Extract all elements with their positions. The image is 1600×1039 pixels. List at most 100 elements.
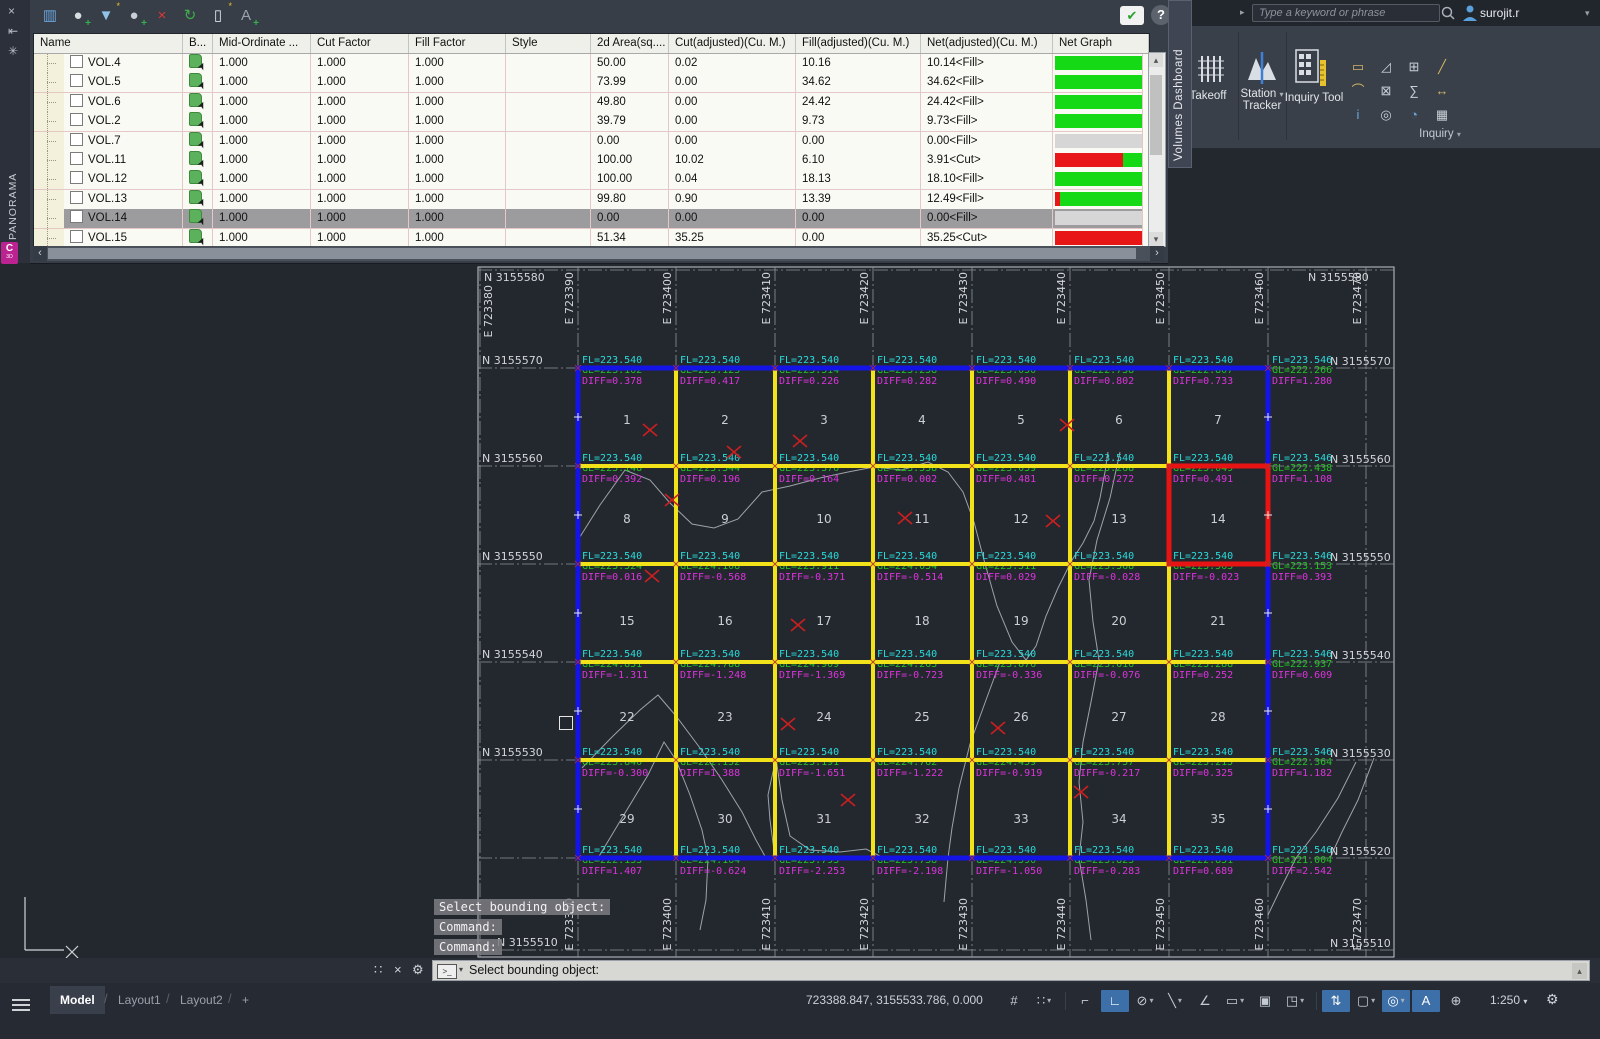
add-entry-icon[interactable]: ●+ [122,4,146,28]
sum-areas-icon[interactable]: ∑ [1402,80,1426,102]
table-row[interactable]: VOL.4➤1.0001.0001.00050.000.0210.1610.14… [34,54,1149,73]
add-label-icon[interactable]: A+ [234,4,258,28]
column-header[interactable]: Net(adjusted)(Cu. M.) [921,34,1053,53]
slope-grade-icon[interactable]: ◿ [1374,56,1398,78]
panorama-grid-icon[interactable]: ▥ [38,4,62,28]
command-scroll-up-icon[interactable]: ▴ [1572,963,1587,979]
user-icon[interactable] [1462,4,1478,22]
snap-mode-icon[interactable]: ∷▾ [1030,990,1058,1012]
properties-icon[interactable]: ✳ [8,44,18,58]
table-row[interactable]: VOL.11➤1.0001.0001.000100.0010.026.103.9… [34,151,1149,170]
annotation-visibility-icon[interactable]: ⊕ [1442,990,1470,1012]
station-tracker-icon[interactable] [1246,50,1280,86]
import-volumes-icon[interactable]: ▼* [94,4,118,28]
volumes-dashboard-tab[interactable]: Volumes Dashboard [1168,0,1192,168]
checkbox[interactable] [70,94,83,107]
checkbox[interactable] [70,74,83,87]
tab-model[interactable]: Model [50,986,105,1014]
isodraft-icon[interactable]: ╲▾ [1161,990,1189,1012]
column-header[interactable]: B... [183,34,213,53]
scroll-right-icon[interactable]: › [1150,246,1164,261]
checkbox[interactable] [70,230,83,243]
angle-distance-icon[interactable]: ╱ [1430,56,1454,78]
checkbox[interactable] [70,152,83,165]
bounded-area-icon[interactable]: ⊠ [1374,80,1398,102]
delete-entry-icon[interactable]: × [150,4,174,28]
grid-display-icon[interactable]: # [1000,990,1028,1012]
checkbox[interactable] [70,210,83,223]
horizontal-distance-icon[interactable]: ▭ [1346,56,1370,78]
scroll-left-icon[interactable]: ‹ [33,246,47,261]
signed-in-user[interactable]: surojit.r [1480,6,1519,20]
scroll-up-icon[interactable]: ▴ [1149,53,1163,67]
check-apply-button[interactable]: ✔ [1120,6,1144,25]
column-header[interactable]: Style [506,34,591,53]
checkbox[interactable] [70,133,83,146]
scroll-down-icon[interactable]: ▾ [1149,232,1163,246]
checkbox[interactable] [70,171,83,184]
chevron-down-icon[interactable]: ▾ [459,965,463,974]
report-icon[interactable]: ▯* [206,4,230,28]
inquiry-tool-icon[interactable] [1294,48,1330,90]
osnap-3d-icon[interactable]: ▣ [1251,990,1279,1012]
table-row[interactable]: VOL.12➤1.0001.0001.000100.000.0418.1318.… [34,170,1149,189]
column-header[interactable]: Name [34,34,183,53]
distance-icon[interactable]: ↔ [1430,80,1454,102]
takeoff-icon[interactable] [1198,52,1228,84]
menu-hamburger-icon[interactable] [12,999,30,1014]
vertical-scrollbar[interactable]: ▴ ▾ [1148,52,1166,247]
ortho-icon[interactable]: ∟ [1101,990,1129,1012]
column-header[interactable]: Mid-Ordinate ... [213,34,311,53]
close-icon[interactable]: × [8,4,15,18]
table-row[interactable]: VOL.7➤1.0001.0001.0000.000.000.000.00<Fi… [34,132,1149,151]
search-collapse-icon[interactable]: ▸ [1240,7,1245,18]
autohide-pin-icon[interactable]: ⇤ [8,24,18,38]
column-header[interactable]: Fill Factor [409,34,506,53]
grip-dots-icon[interactable]: ∷ [374,962,382,978]
scrollbar-thumb[interactable] [1150,75,1162,155]
dynamic-ucs-icon[interactable]: ◳▾ [1281,990,1309,1012]
table-row[interactable]: VOL.6➤1.0001.0001.00049.800.0024.4224.42… [34,93,1149,112]
table-row[interactable]: VOL.15➤1.0001.0001.00051.3435.250.0035.2… [34,229,1149,247]
close-icon[interactable]: × [394,962,402,977]
annotation-scale-icon[interactable]: A [1412,990,1440,1012]
table-row[interactable]: VOL.2➤1.0001.0001.00039.790.009.739.73<F… [34,112,1149,131]
command-input-bar[interactable]: >_ ▾ Select bounding object: ▴ [432,960,1590,981]
selection-cycling-icon[interactable]: ⇅ [1322,990,1350,1012]
recompute-icon[interactable]: ↻ [178,4,202,28]
polar-tracking-icon[interactable]: ⊘▾ [1131,990,1159,1012]
quick-calc-icon[interactable]: ▦ [1430,104,1454,126]
inquiry-panel-title[interactable]: Inquiry ▾ [1300,128,1580,140]
scrollbar-thumb[interactable] [48,248,1136,259]
infer-constraints-icon[interactable]: ⌐ [1071,990,1099,1012]
create-entry-icon[interactable]: ●+ [66,4,90,28]
column-header[interactable]: Cut Factor [311,34,409,53]
list-slope-icon[interactable]: i [1346,104,1370,126]
search-icon[interactable] [1440,5,1456,21]
osnap-icon[interactable]: ▭▾ [1221,990,1249,1012]
search-input[interactable]: Type a keyword or phrase [1252,4,1440,22]
checkbox[interactable] [70,113,83,126]
chevron-down-icon[interactable]: ▾ [1585,8,1590,19]
column-header[interactable]: Fill(adjusted)(Cu. M.) [796,34,921,53]
column-header[interactable]: Net Graph [1053,34,1149,53]
column-header[interactable]: Cut(adjusted)(Cu. M.) [669,34,796,53]
tab-layout1[interactable]: Layout1 [108,986,171,1014]
add-distances-icon[interactable]: ⊞ [1402,56,1426,78]
table-row[interactable]: VOL.13➤1.0001.0001.00099.800.9013.3912.4… [34,190,1149,209]
inquiry-point-icon[interactable]: ◎ [1374,104,1398,126]
nav-icon[interactable]: ◎▾ [1382,990,1410,1012]
continuous-distance-icon[interactable]: ⌒ [1346,80,1370,102]
customization-gear-icon[interactable]: ⚙ [1546,991,1559,1008]
checkbox[interactable] [70,191,83,204]
time-icon[interactable]: ◔ [1402,104,1426,126]
command-prompt-text[interactable]: Select bounding object: [469,963,599,977]
checkbox[interactable] [70,55,83,68]
annotation-scale-control[interactable]: 1:250 ▾ [1490,993,1527,1007]
inquiry-tool-button[interactable]: Inquiry Tool [1276,92,1352,104]
horizontal-scrollbar[interactable]: ‹ › [33,246,1164,261]
autotrack-icon[interactable]: ∠ [1191,990,1219,1012]
table-row[interactable]: VOL.5➤1.0001.0001.00073.990.0034.6234.62… [34,73,1149,92]
customize-wrench-icon[interactable]: ⚙ [412,962,424,978]
new-layout-button[interactable]: + [232,986,259,1014]
